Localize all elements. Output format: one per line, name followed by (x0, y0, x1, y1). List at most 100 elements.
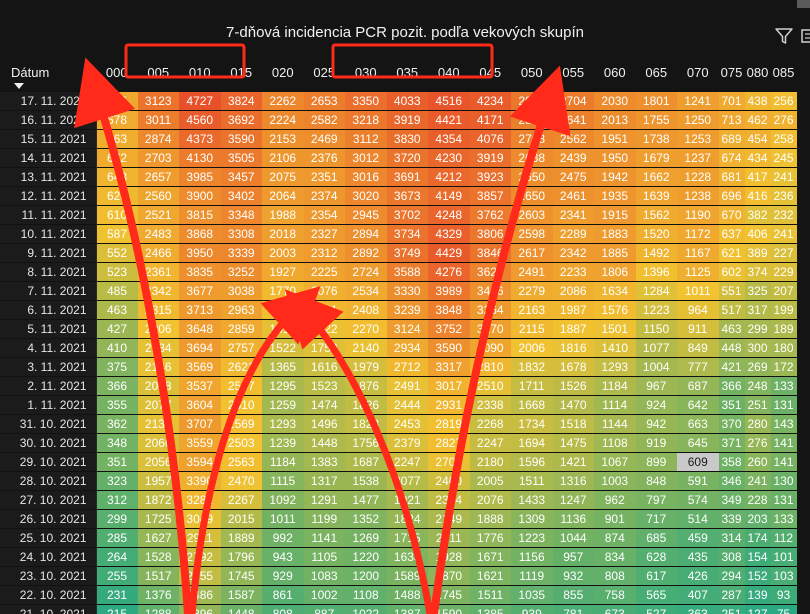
heatmap-cell-010[interactable]: 4130 (179, 148, 221, 168)
heatmap-cell-025[interactable]: 1448 (303, 433, 345, 453)
heatmap-cell-055[interactable]: 1421 (552, 452, 594, 472)
heatmap-cell-065[interactable]: 685 (635, 528, 677, 548)
table-row[interactable]: 5. 11. 2021 427 2206 3648 2859 1610 1822 2270 31… (0, 319, 797, 339)
heatmap-cell-015[interactable]: 2563 (220, 452, 262, 472)
heatmap-cell-085[interactable]: 143 (770, 414, 797, 434)
heatmap-cell-005[interactable]: 2146 (137, 357, 179, 377)
heatmap-cell-075[interactable]: 696 (718, 186, 745, 206)
heatmap-cell-065[interactable]: 1562 (635, 205, 677, 225)
heatmap-cell-045[interactable]: 1671 (469, 547, 511, 567)
heatmap-cell-005[interactable]: 1957 (137, 471, 179, 491)
heatmap-cell-065[interactable]: 899 (635, 452, 677, 472)
heatmap-cell-025[interactable]: 2354 (303, 205, 345, 225)
table-row[interactable]: 31. 10. 2021 362 2133 3707 2569 1293 1496 1828 2… (0, 414, 797, 434)
heatmap-cell-070[interactable]: 687 (677, 376, 719, 396)
heatmap-cell-000[interactable]: 348 (96, 433, 138, 453)
heatmap-cell-020[interactable]: 1184 (262, 452, 304, 472)
heatmap-cell-065[interactable]: 848 (635, 471, 677, 491)
heatmap-cell-010[interactable]: 3694 (179, 338, 221, 358)
heatmap-cell-050[interactable]: 2115 (511, 319, 553, 339)
heatmap-cell-080[interactable]: 203 (744, 509, 771, 529)
heatmap-cell-045[interactable]: 3923 (469, 167, 511, 187)
heatmap-cell-030[interactable]: 1826 (345, 395, 387, 415)
heatmap-cell-015[interactable]: 1745 (220, 566, 262, 586)
heatmap-cell-070[interactable]: 1238 (677, 186, 719, 206)
heatmap-cell-020[interactable]: 2003 (262, 243, 304, 263)
heatmap-cell-035[interactable]: 3749 (386, 243, 428, 263)
heatmap-cell-065[interactable]: 1679 (635, 148, 677, 168)
heatmap-cell-000[interactable]: 215 (96, 604, 138, 614)
heatmap-cell-075[interactable]: 371 (718, 433, 745, 453)
heatmap-cell-060[interactable]: 1576 (594, 300, 636, 320)
heatmap-cell-075[interactable]: 287 (718, 585, 745, 605)
heatmap-cell-030[interactable]: 1876 (345, 376, 387, 396)
heatmap-cell-030[interactable]: 2945 (345, 205, 387, 225)
heatmap-cell-015[interactable]: 3252 (220, 262, 262, 282)
heatmap-cell-045[interactable]: 1776 (469, 528, 511, 548)
heatmap-cell-065[interactable]: 797 (635, 490, 677, 510)
heatmap-cell-035[interactable]: 3124 (386, 319, 428, 339)
heatmap-cell-025[interactable]: 2076 (303, 281, 345, 301)
table-row[interactable]: 15. 11. 2021 663 2874 4373 3590 2153 2469 3112 3… (0, 129, 797, 149)
heatmap-cell-065[interactable]: 967 (635, 376, 677, 396)
heatmap-cell-055[interactable]: 2289 (552, 224, 594, 244)
heatmap-cell-015[interactable]: 2015 (220, 509, 262, 529)
heatmap-cell-030[interactable]: 2408 (345, 300, 387, 320)
heatmap-cell-035[interactable]: 2491 (386, 376, 428, 396)
column-header-020[interactable]: 020 (262, 0, 304, 92)
heatmap-cell-025[interactable]: 1317 (303, 471, 345, 491)
heatmap-cell-065[interactable]: 1662 (635, 167, 677, 187)
heatmap-cell-050[interactable]: 2688 (511, 148, 553, 168)
heatmap-cell-050[interactable]: 2598 (511, 224, 553, 244)
heatmap-cell-065[interactable]: 942 (635, 414, 677, 434)
heatmap-cell-045[interactable]: 3857 (469, 186, 511, 206)
heatmap-cell-065[interactable]: 1077 (635, 338, 677, 358)
heatmap-cell-000[interactable]: 362 (96, 414, 138, 434)
heatmap-cell-060[interactable]: 673 (594, 604, 636, 614)
heatmap-cell-055[interactable]: 932 (552, 566, 594, 586)
heatmap-cell-015[interactable]: 3824 (220, 91, 262, 111)
heatmap-cell-000[interactable]: 485 (96, 281, 138, 301)
heatmap-cell-075[interactable]: 351 (718, 395, 745, 415)
heatmap-cell-025[interactable]: 1199 (303, 509, 345, 529)
heatmap-cell-050[interactable]: 1711 (511, 376, 553, 396)
heatmap-cell-045[interactable]: 2510 (469, 376, 511, 396)
heatmap-cell-020[interactable]: 1011 (262, 509, 304, 529)
heatmap-cell-080[interactable]: 438 (744, 91, 771, 111)
heatmap-cell-040[interactable]: 2011 (428, 528, 470, 548)
heatmap-cell-065[interactable]: 527 (635, 604, 677, 614)
heatmap-cell-080[interactable]: 269 (744, 357, 771, 377)
heatmap-cell-060[interactable]: 1942 (594, 167, 636, 187)
heatmap-cell-060[interactable]: 874 (594, 528, 636, 548)
heatmap-cell-025[interactable]: 1141 (303, 528, 345, 548)
heatmap-cell-075[interactable]: 370 (718, 414, 745, 434)
heatmap-cell-080[interactable]: 251 (744, 395, 771, 415)
heatmap-cell-025[interactable]: 1291 (303, 490, 345, 510)
heatmap-cell-020[interactable]: 2224 (262, 110, 304, 130)
heatmap-cell-020[interactable]: 1115 (262, 471, 304, 491)
heatmap-cell-055[interactable]: 2342 (552, 243, 594, 263)
heatmap-cell-080[interactable]: 228 (744, 490, 771, 510)
heatmap-cell-060[interactable]: 1634 (594, 281, 636, 301)
heatmap-cell-015[interactable]: 1448 (220, 604, 262, 614)
heatmap-cell-050[interactable]: 2006 (511, 338, 553, 358)
heatmap-cell-000[interactable]: 463 (96, 300, 138, 320)
heatmap-cell-020[interactable]: 1703 (262, 300, 304, 320)
heatmap-cell-035[interactable]: 3239 (386, 300, 428, 320)
heatmap-cell-015[interactable]: 2757 (220, 338, 262, 358)
heatmap-cell-040[interactable]: 4516 (428, 91, 470, 111)
heatmap-cell-030[interactable]: 1538 (345, 471, 387, 491)
heatmap-cell-085[interactable]: 112 (770, 528, 797, 548)
table-row[interactable]: 26. 10. 2021 299 1725 3049 2015 1011 1199 1352 1… (0, 509, 797, 529)
heatmap-cell-030[interactable]: 1756 (345, 433, 387, 453)
heatmap-cell-085[interactable]: 189 (770, 319, 797, 339)
heatmap-cell-010[interactable]: 2755 (179, 566, 221, 586)
heatmap-cell-030[interactable]: 1022 (345, 604, 387, 614)
heatmap-cell-075[interactable]: 701 (718, 91, 745, 111)
heatmap-cell-045[interactable]: 2810 (469, 357, 511, 377)
heatmap-cell-050[interactable]: 1223 (511, 528, 553, 548)
heatmap-cell-000[interactable]: 351 (96, 452, 138, 472)
heatmap-cell-075[interactable]: 349 (718, 490, 745, 510)
heatmap-cell-060[interactable]: 1806 (594, 262, 636, 282)
heatmap-cell-015[interactable]: 3590 (220, 129, 262, 149)
